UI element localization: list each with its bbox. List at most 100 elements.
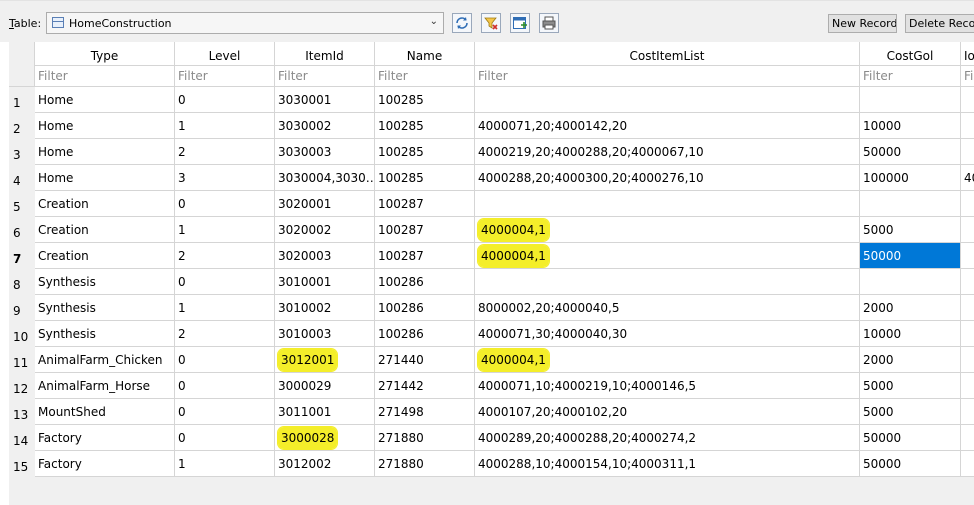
cell-costitemlist[interactable]: 4000288,10;4000154,10;4000311,1 (475, 451, 860, 477)
cell-costitemlist[interactable]: 4000071,10;4000219,10;4000146,5 (475, 373, 860, 399)
column-header-level[interactable]: Level (175, 42, 275, 66)
new-record-button[interactable]: New Record (828, 14, 897, 33)
cell-level[interactable]: 2 (175, 139, 275, 165)
cell-itemid[interactable]: 3012001 (275, 347, 375, 373)
cell-costgold[interactable]: 10000 (860, 113, 961, 139)
cell-costitemlist[interactable]: 4000071,30;4000040,30 (475, 321, 860, 347)
filter-input-level[interactable]: Filter (175, 66, 275, 87)
cell-type[interactable]: Home (35, 139, 175, 165)
cell-costgold[interactable] (860, 191, 961, 217)
cell-type[interactable]: Creation (35, 217, 175, 243)
cell-costgold[interactable]: 50000 (860, 425, 961, 451)
cell-costgold[interactable]: 5000 (860, 373, 961, 399)
cell-costgold[interactable]: 50000 (860, 139, 961, 165)
column-header-name[interactable]: Name (375, 42, 475, 66)
cell-io[interactable] (961, 425, 974, 451)
cell-itemid[interactable]: 3010001 (275, 269, 375, 295)
cell-type[interactable]: Factory (35, 425, 175, 451)
cell-name[interactable]: 100287 (375, 217, 475, 243)
cell-level[interactable]: 0 (175, 87, 275, 113)
cell-level[interactable]: 0 (175, 347, 275, 373)
cell-name[interactable]: 271440 (375, 347, 475, 373)
cell-costitemlist[interactable] (475, 269, 860, 295)
cell-type[interactable]: Factory (35, 451, 175, 477)
clear-filters-button[interactable] (481, 13, 501, 33)
cell-name[interactable]: 271498 (375, 399, 475, 425)
filter-input-costitemlist[interactable]: Filter (475, 66, 860, 87)
delete-record-button[interactable]: Delete Record (905, 14, 974, 33)
cell-io[interactable] (961, 347, 974, 373)
filter-input-io[interactable]: Fi (961, 66, 974, 87)
cell-costitemlist[interactable] (475, 191, 860, 217)
cell-itemid[interactable]: 3030001 (275, 87, 375, 113)
cell-itemid[interactable]: 3011001 (275, 399, 375, 425)
cell-costgold[interactable] (860, 87, 961, 113)
cell-type[interactable]: Creation (35, 191, 175, 217)
cell-name[interactable]: 100285 (375, 87, 475, 113)
cell-name[interactable]: 100287 (375, 243, 475, 269)
cell-itemid[interactable]: 3010002 (275, 295, 375, 321)
cell-costgold[interactable]: 5000 (860, 217, 961, 243)
cell-costitemlist[interactable]: 4000004,1 (475, 217, 860, 243)
cell-name[interactable]: 100285 (375, 113, 475, 139)
cell-costgold[interactable]: 5000 (860, 399, 961, 425)
cell-name[interactable]: 100285 (375, 139, 475, 165)
column-header-io[interactable]: Io (961, 42, 974, 66)
row-number[interactable]: 2 (9, 113, 35, 139)
cell-name[interactable]: 100287 (375, 191, 475, 217)
cell-name[interactable]: 100285 (375, 165, 475, 191)
refresh-button[interactable] (452, 13, 472, 33)
cell-level[interactable]: 0 (175, 269, 275, 295)
row-number[interactable]: 10 (9, 321, 35, 347)
cell-io[interactable] (961, 87, 974, 113)
data-grid[interactable]: Type Filter Level Filter ItemId Filter Name Fil… (9, 42, 974, 505)
cell-name[interactable]: 100286 (375, 269, 475, 295)
cell-type[interactable]: Creation (35, 243, 175, 269)
cell-type[interactable]: MountShed (35, 399, 175, 425)
cell-level[interactable]: 3 (175, 165, 275, 191)
cell-itemid[interactable]: 3000029 (275, 373, 375, 399)
cell-level[interactable]: 1 (175, 295, 275, 321)
cell-level[interactable]: 1 (175, 451, 275, 477)
cell-name[interactable]: 100286 (375, 295, 475, 321)
cell-type[interactable]: Home (35, 87, 175, 113)
cell-type[interactable]: Synthesis (35, 269, 175, 295)
cell-costgold[interactable]: 10000 (860, 321, 961, 347)
cell-itemid[interactable]: 3020001 (275, 191, 375, 217)
cell-level[interactable]: 2 (175, 243, 275, 269)
cell-io[interactable] (961, 451, 974, 477)
cell-type[interactable]: Synthesis (35, 321, 175, 347)
cell-type[interactable]: AnimalFarm_Chicken (35, 347, 175, 373)
column-header-itemid[interactable]: ItemId (275, 42, 375, 66)
row-number[interactable]: 8 (9, 269, 35, 295)
column-header-type[interactable]: Type (35, 42, 175, 66)
cell-io[interactable] (961, 321, 974, 347)
cell-costitemlist[interactable]: 4000004,1 (475, 243, 860, 269)
cell-type[interactable]: Home (35, 165, 175, 191)
cell-name[interactable]: 100286 (375, 321, 475, 347)
row-number[interactable]: 3 (9, 139, 35, 165)
row-number[interactable]: 4 (9, 165, 35, 191)
cell-itemid[interactable]: 3030003 (275, 139, 375, 165)
cell-costgold[interactable]: 50000 (860, 451, 961, 477)
cell-io[interactable] (961, 139, 974, 165)
cell-itemid[interactable]: 3000028 (275, 425, 375, 451)
chevron-down-icon[interactable]: ⌄ (430, 16, 438, 27)
save-table-button[interactable] (510, 13, 530, 33)
filter-input-itemid[interactable]: Filter (275, 66, 375, 87)
cell-costgold[interactable]: 100000 (860, 165, 961, 191)
row-number[interactable]: 7 (9, 243, 35, 269)
cell-itemid[interactable]: 3010003 (275, 321, 375, 347)
cell-costitemlist[interactable]: 4000107,20;4000102,20 (475, 399, 860, 425)
cell-costgold[interactable]: 2000 (860, 295, 961, 321)
cell-io[interactable] (961, 191, 974, 217)
row-number[interactable]: 9 (9, 295, 35, 321)
cell-costitemlist[interactable]: 4000288,20;4000300,20;4000276,10 (475, 165, 860, 191)
cell-costitemlist[interactable]: 4000289,20;4000288,20;4000274,2 (475, 425, 860, 451)
row-number[interactable]: 15 (9, 451, 35, 477)
cell-io[interactable] (961, 399, 974, 425)
row-number[interactable]: 12 (9, 373, 35, 399)
filter-input-costgold[interactable]: Filter (860, 66, 961, 87)
cell-io[interactable] (961, 295, 974, 321)
row-number[interactable]: 11 (9, 347, 35, 373)
